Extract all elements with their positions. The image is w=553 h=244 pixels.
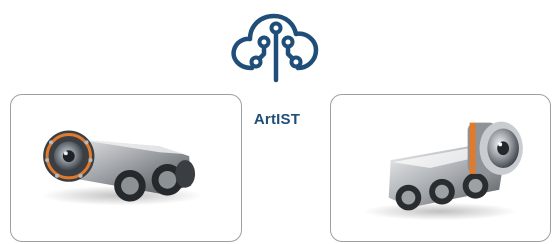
crawler-robot-front-camera-image (41, 130, 203, 206)
cloud-circuit-icon (231, 13, 319, 83)
product-card-left[interactable] (10, 94, 242, 242)
page: ArtIST (0, 0, 553, 244)
product-card-right[interactable] (330, 94, 551, 242)
brand-name: ArtIST (253, 111, 301, 128)
crawler-robot-side-camera-image (363, 121, 523, 221)
